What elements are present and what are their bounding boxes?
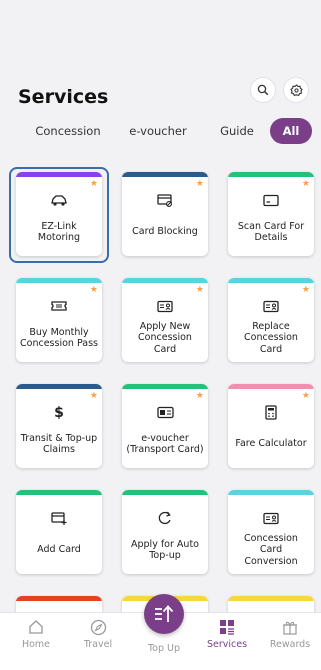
filter-tabs: Concession e-voucher Guide All (0, 118, 321, 144)
service-label: Concession Card Conversion (244, 532, 298, 567)
topup-icon (155, 605, 174, 622)
service-card[interactable]: Apply for Auto Top-up (122, 490, 208, 574)
id-card-icon (228, 510, 314, 526)
page-title: Services (18, 86, 109, 108)
id-card-icon (228, 298, 314, 314)
service-label: Replace Concession Card (244, 320, 298, 355)
card-color-strip (16, 384, 102, 389)
home-icon (29, 620, 43, 634)
badge-gear-icon (289, 83, 303, 96)
nav-label: Services (206, 639, 248, 650)
card-color-strip (122, 490, 208, 495)
compass-icon (90, 619, 106, 635)
favorite-star-icon[interactable]: ★ (302, 391, 310, 401)
services-grid: ★ EZ-Link Motoring ★ Card Blocking ★ Scan Car… (0, 158, 321, 618)
service-label: e-voucher (Transport Card) (126, 432, 204, 456)
card-color-strip (16, 596, 102, 601)
add-card-icon (16, 510, 102, 526)
service-label: Apply New Concession Card (138, 320, 192, 355)
selected-card-outline (9, 167, 109, 263)
service-card[interactable]: Concession Card Conversion (228, 490, 314, 574)
favorite-star-icon[interactable]: ★ (196, 391, 204, 401)
service-card[interactable]: ★ Scan Card For Details (228, 172, 314, 256)
favorite-star-icon[interactable]: ★ (196, 179, 204, 189)
favorite-star-icon[interactable]: ★ (196, 285, 204, 295)
card-color-strip (122, 384, 208, 389)
service-label: Add Card (37, 544, 81, 556)
settings-button[interactable] (283, 77, 309, 103)
voucher-card-icon (122, 404, 208, 420)
nav-services[interactable]: Services (201, 618, 253, 650)
calculator-icon (228, 404, 314, 420)
nav-label: Home (21, 639, 51, 650)
svg-text:$: $ (54, 405, 64, 420)
top-up-button[interactable] (144, 594, 184, 634)
ticket-icon (16, 298, 102, 314)
nav-travel[interactable]: Travel (72, 618, 124, 650)
nav-label: Top Up (147, 643, 181, 654)
card-icon (228, 192, 314, 208)
tab-guide[interactable]: Guide (212, 118, 262, 144)
service-label: Transit & Top-up Claims (20, 432, 98, 456)
card-block-icon (122, 192, 208, 208)
grid-icon (220, 620, 234, 635)
card-color-strip (228, 384, 314, 389)
nav-label: Travel (83, 639, 113, 650)
service-card[interactable]: ★ $ Transit & Top-up Claims (16, 384, 102, 468)
card-color-strip (228, 596, 314, 601)
search-icon (257, 84, 269, 96)
gift-icon (283, 621, 297, 635)
favorite-star-icon[interactable]: ★ (90, 391, 98, 401)
service-label: Scan Card For Details (237, 220, 305, 244)
id-card-icon (122, 298, 208, 314)
tab-all[interactable]: All (270, 118, 312, 144)
service-card[interactable]: ★ Apply New Concession Card (122, 278, 208, 362)
favorite-star-icon[interactable]: ★ (302, 285, 310, 295)
service-label: Buy Monthly Concession Pass (20, 326, 98, 350)
card-color-strip (228, 172, 314, 177)
card-color-strip (122, 278, 208, 283)
service-label: Card Blocking (132, 226, 198, 238)
nav-rewards[interactable]: Rewards (264, 618, 316, 650)
card-color-strip (228, 490, 314, 495)
card-color-strip (16, 278, 102, 283)
nav-home[interactable]: Home (10, 618, 62, 650)
service-card[interactable]: ★ e-voucher (Transport Card) (122, 384, 208, 468)
service-card[interactable]: ★ Card Blocking (122, 172, 208, 256)
refresh-icon (122, 510, 208, 526)
search-button[interactable] (250, 77, 276, 103)
header: Services (0, 0, 321, 110)
nav-label: Rewards (269, 639, 311, 650)
dollar-icon: $ (16, 404, 102, 420)
tab-e-voucher[interactable]: e-voucher (122, 118, 194, 144)
favorite-star-icon[interactable]: ★ (302, 179, 310, 189)
favorite-star-icon[interactable]: ★ (90, 285, 98, 295)
service-card[interactable]: ★ Buy Monthly Concession Pass (16, 278, 102, 362)
card-color-strip (16, 490, 102, 495)
service-card[interactable]: ★ Fare Calculator (228, 384, 314, 468)
service-label: Apply for Auto Top-up (131, 538, 199, 562)
nav-top-up[interactable]: Top Up (138, 643, 190, 654)
service-card[interactable]: Add Card (16, 490, 102, 574)
tab-concession[interactable]: Concession (28, 118, 108, 144)
card-color-strip (122, 172, 208, 177)
service-card[interactable]: ★ Replace Concession Card (228, 278, 314, 362)
service-label: Fare Calculator (235, 438, 307, 450)
card-color-strip (228, 278, 314, 283)
